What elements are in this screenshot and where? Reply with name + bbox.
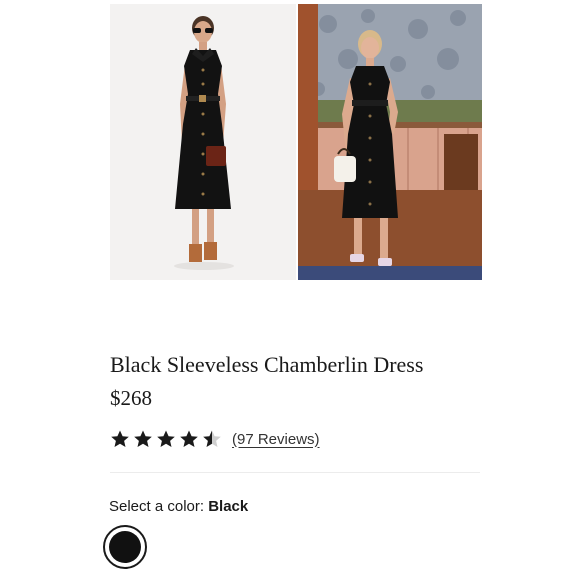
rating-stars [110,429,222,449]
product-gallery [110,4,482,280]
studio-product-photo[interactable] [110,4,296,280]
color-swatch-fill [109,531,141,563]
color-selector-label: Select a color: Black [109,498,248,515]
product-title: Black Sleeveless Chamberlin Dress [110,352,424,377]
star-icon [180,430,198,447]
color-label-prefix: Select a color: [109,498,209,515]
reviews-link[interactable]: (97 Reviews) [232,431,320,448]
selected-color-name: Black [208,498,249,515]
star-icon [203,430,221,447]
star-icon [157,430,175,447]
color-swatch-black[interactable] [103,525,147,569]
rating-row: (97 Reviews) [110,429,320,449]
lifestyle-product-photo[interactable] [298,4,482,280]
product-price: $268 [110,386,152,410]
lifestyle-model-illustration [298,4,482,280]
star-icon [111,430,129,447]
star-icon [134,430,152,447]
section-divider [110,472,480,473]
studio-model-illustration [110,4,296,280]
